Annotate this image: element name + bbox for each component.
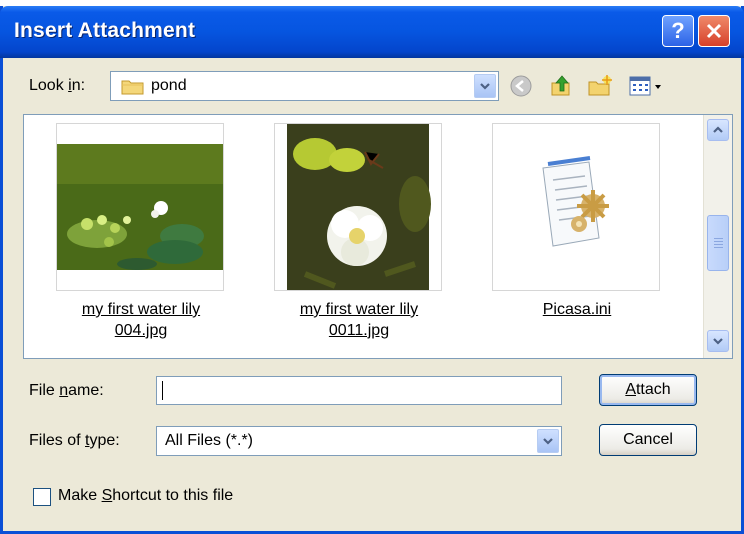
text-caret [162,381,163,400]
insert-attachment-dialog: Insert Attachment ? Look in: pond my fir… [0,6,744,534]
file-thumbnail [274,123,442,291]
file-list-view[interactable]: my first water lily 004.jpg my first wat… [23,114,733,359]
file-type-value: All Files (*.*) [165,432,254,449]
vertical-scrollbar[interactable] [703,115,732,358]
files-of-type-label: Files of type: [29,432,120,449]
scroll-up-button[interactable] [707,119,729,141]
file-name[interactable]: Picasa.ini [482,299,672,320]
new-folder-icon[interactable] [587,74,613,98]
make-shortcut-checkbox[interactable] [33,488,51,506]
chevron-down-icon [713,338,723,345]
look-in-value: pond [151,77,187,94]
file-thumbnail [56,123,224,291]
file-type-dropdown[interactable]: All Files (*.*) [156,426,562,456]
settings-file-icon [542,156,609,247]
scroll-down-button[interactable] [707,330,729,352]
water-lily-thumbnail [287,124,431,290]
look-in-dropdown-arrow[interactable] [474,74,496,98]
chevron-down-icon [480,83,490,90]
back-icon[interactable] [508,74,534,98]
file-thumbnail [492,123,660,291]
make-shortcut-label[interactable]: Make Shortcut to this file [58,487,233,505]
close-icon[interactable] [698,15,730,47]
file-name[interactable]: my first water lily 0011.jpg [264,299,454,341]
file-name-input[interactable] [156,376,562,405]
chevron-down-icon [543,438,553,445]
chevron-up-icon [713,126,723,133]
views-menu-icon[interactable] [628,74,664,98]
look-in-dropdown[interactable]: pond [110,71,499,101]
title-bar[interactable]: Insert Attachment ? [0,6,744,58]
file-name[interactable]: my first water lily 004.jpg [46,299,236,341]
dialog-title: Insert Attachment [14,19,196,42]
water-lily-thumbnail [57,144,223,270]
file-type-dropdown-arrow[interactable] [537,429,559,453]
scroll-thumb[interactable] [707,215,729,271]
help-icon[interactable]: ? [662,15,694,47]
file-name-label: File name: [29,382,104,399]
look-in-label: Look in: [29,77,86,94]
attach-button[interactable]: Attach [599,374,697,406]
folder-icon [121,80,144,95]
up-folder-icon[interactable] [549,74,575,98]
cancel-button[interactable]: Cancel [599,424,697,456]
